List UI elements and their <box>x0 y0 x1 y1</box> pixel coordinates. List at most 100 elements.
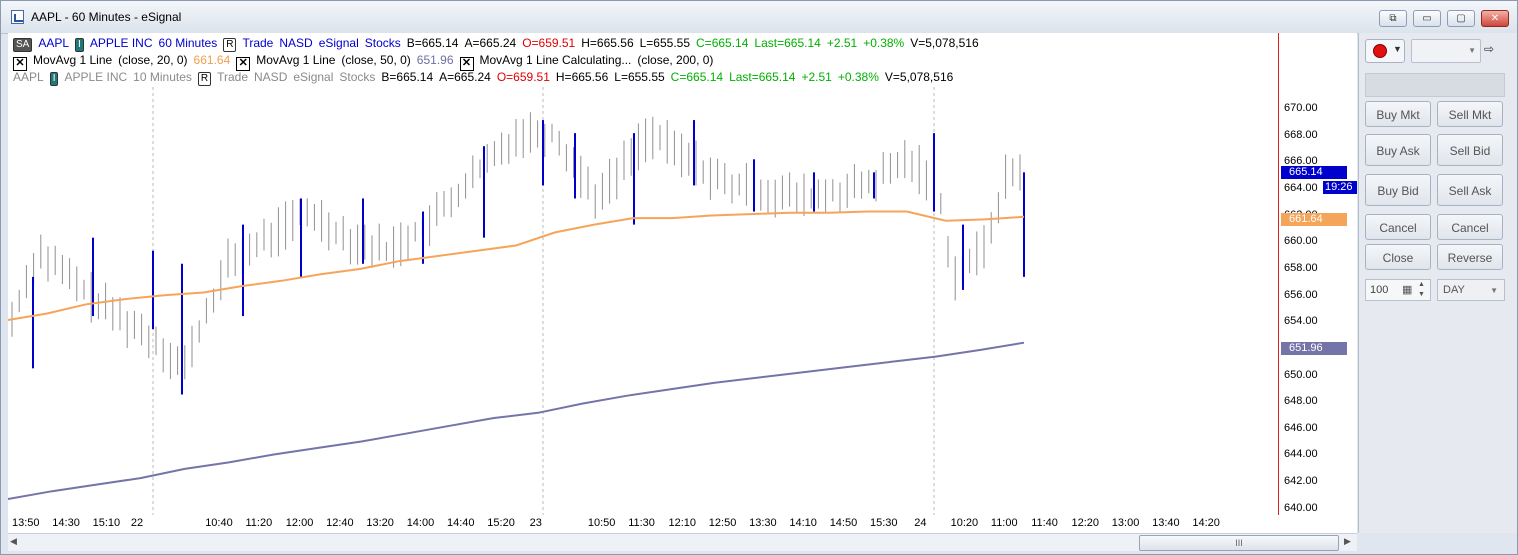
minimize-button[interactable]: ▭ <box>1413 10 1441 27</box>
order-info-bar <box>1365 73 1505 97</box>
chart-window: AAPL - 60 Minutes - eSignal ⧉ ▭ ▢ ✕ SA AA… <box>0 0 1518 555</box>
buy-mkt-button[interactable]: Buy Mkt <box>1365 101 1431 127</box>
time-axis-label: 15:30 <box>870 517 898 529</box>
close-button[interactable]: ✕ <box>1481 10 1509 27</box>
app-icon <box>11 10 24 24</box>
legend-volume: V=5,078,516 <box>910 36 979 50</box>
restore-layout-button[interactable]: ⧉ <box>1379 10 1407 27</box>
buy-ask-button[interactable]: Buy Ask <box>1365 134 1431 166</box>
spin-arrows-icon[interactable]: ▲ ▼ <box>1418 280 1425 300</box>
legend-bid: B=665.14 <box>406 36 459 50</box>
cancel-bids-button[interactable]: Cancel Bids <box>1365 214 1431 261</box>
ma2-params: (close, 50, 0) <box>341 53 411 67</box>
scroll-thumb[interactable]: III <box>1139 535 1339 551</box>
time-axis-label: 14:00 <box>406 517 435 529</box>
scroll-right-icon[interactable]: ▶ <box>1344 536 1354 548</box>
interval-chip[interactable]: I <box>75 38 84 52</box>
overlay-exchange: NASD <box>254 70 288 84</box>
time-axis-label: 14:50 <box>829 517 858 529</box>
legend-trade: Trade <box>242 36 274 50</box>
remove-study-icon[interactable]: ✕ <box>236 57 251 71</box>
title-bar: AAPL - 60 Minutes - eSignal ⧉ ▭ ▢ ✕ <box>1 1 1517 34</box>
reverse-button[interactable]: Reverse <box>1437 244 1503 270</box>
sell-bid-button[interactable]: Sell Bid <box>1437 134 1503 166</box>
buy-bid-button[interactable]: Buy Bid <box>1365 174 1431 206</box>
remove-study-icon[interactable]: ✕ <box>459 57 474 71</box>
time-axis-label: 22 <box>130 517 144 529</box>
overlay-symbol[interactable]: AAPL <box>13 70 44 84</box>
sell-mkt-button[interactable]: Sell Mkt <box>1437 101 1503 127</box>
time-axis-label: 12:20 <box>1071 517 1100 529</box>
quantity-stepper[interactable]: 100 ▦ ▲ ▼ <box>1365 279 1431 301</box>
price-axis-label: 642.00 <box>1284 475 1318 488</box>
legend-change: +2.51 <box>826 36 858 50</box>
legend-ask: A=665.24 <box>464 36 517 50</box>
price-axis-label: 658.00 <box>1284 261 1318 274</box>
time-axis-label: 13:50 <box>12 517 40 529</box>
legend-open: O=659.51 <box>522 36 576 50</box>
link-icon[interactable]: ⇨ <box>1484 42 1494 56</box>
legend-feed: eSignal <box>318 36 359 50</box>
ma2-value: 651.96 <box>416 53 454 67</box>
chart-area[interactable]: SA AAPL I APPLE INC 60 Minutes R Trade NASD eSig… <box>8 33 1357 533</box>
ma2-label[interactable]: MovAvg 1 Line <box>256 53 335 67</box>
account-dropdown[interactable]: ▼ <box>1411 39 1481 63</box>
symbol-menu-chip[interactable]: SA <box>13 38 33 52</box>
time-axis-label: 11:30 <box>628 517 655 529</box>
overlay-interval[interactable]: 10 Minutes <box>133 70 192 84</box>
overlay-bid: B=665.14 <box>381 70 434 84</box>
sell-ask-button[interactable]: Sell Ask <box>1437 174 1503 206</box>
time-axis-label: 13:30 <box>749 517 777 529</box>
price-axis-label: 640.00 <box>1284 501 1318 514</box>
bar-countdown-tag: 19:26 <box>1323 181 1357 194</box>
duration-dropdown[interactable]: DAY ▼ <box>1437 279 1505 301</box>
cancel-asks-button[interactable]: Cancel Asks <box>1437 214 1503 261</box>
time-axis-label: 14:40 <box>447 517 475 529</box>
ma1-label[interactable]: MovAvg 1 Line <box>33 53 112 67</box>
time-axis-label: 13:20 <box>366 517 394 529</box>
overlay-ask: A=665.24 <box>439 70 491 84</box>
time-axis-label: 13:00 <box>1111 517 1140 529</box>
legend-exchange: NASD <box>279 36 313 50</box>
price-axis-label: 646.00 <box>1284 421 1318 434</box>
chevron-down-icon: ▼ <box>1490 286 1498 295</box>
legend-pct: +0.38% <box>863 36 905 50</box>
maximize-button[interactable]: ▢ <box>1447 10 1475 27</box>
time-axis-label: 12:00 <box>285 517 314 529</box>
time-axis-label: 24 <box>914 517 927 529</box>
remove-study-icon[interactable]: ✕ <box>13 57 27 71</box>
record-icon <box>1373 44 1387 58</box>
time-axis-label: 14:20 <box>1192 517 1220 529</box>
r-chip[interactable]: R <box>223 38 237 52</box>
time-axis-label: 13:40 <box>1152 517 1180 529</box>
overlay-last: Last=665.14 <box>729 70 796 84</box>
overlay-r-chip[interactable]: R <box>197 72 212 86</box>
horizontal-scrollbar[interactable]: ◀ III ▶ <box>8 533 1357 551</box>
price-axis-line <box>1278 33 1279 515</box>
time-axis-label: 12:10 <box>668 517 697 529</box>
calculator-icon[interactable]: ▦ <box>1402 283 1412 296</box>
legend-symbol[interactable]: AAPL <box>38 36 69 50</box>
overlay-pct: +0.38% <box>837 70 879 84</box>
overlay-trade: Trade <box>217 70 249 84</box>
ma50-tag: 651.96 <box>1281 342 1347 355</box>
legend-company: APPLE INC <box>89 36 153 50</box>
scroll-left-icon[interactable]: ◀ <box>10 536 20 548</box>
legend-interval[interactable]: 60 Minutes <box>159 36 218 50</box>
time-axis-label: 15:10 <box>92 517 121 529</box>
price-chart[interactable] <box>8 33 1357 515</box>
overlay-feed: eSignal <box>293 70 334 84</box>
close-position-button[interactable]: Close <box>1365 244 1431 270</box>
overlay-low: L=655.55 <box>614 70 665 84</box>
ma3-label[interactable]: MovAvg 1 Line Calculating... <box>480 53 632 67</box>
overlay-open: O=659.51 <box>496 70 550 84</box>
overlay-interval-chip[interactable]: I <box>49 72 59 86</box>
price-axis-label: 670.00 <box>1284 102 1318 114</box>
ma20-line <box>8 210 1025 321</box>
time-axis-label: 14:30 <box>52 517 80 529</box>
time-axis-label: 11:40 <box>1031 517 1058 529</box>
record-button[interactable]: ▼ <box>1365 39 1405 63</box>
overlay-company: APPLE INC <box>64 70 128 84</box>
overlay-change: +2.51 <box>801 70 832 84</box>
time-axis-label: 11:00 <box>990 517 1018 529</box>
